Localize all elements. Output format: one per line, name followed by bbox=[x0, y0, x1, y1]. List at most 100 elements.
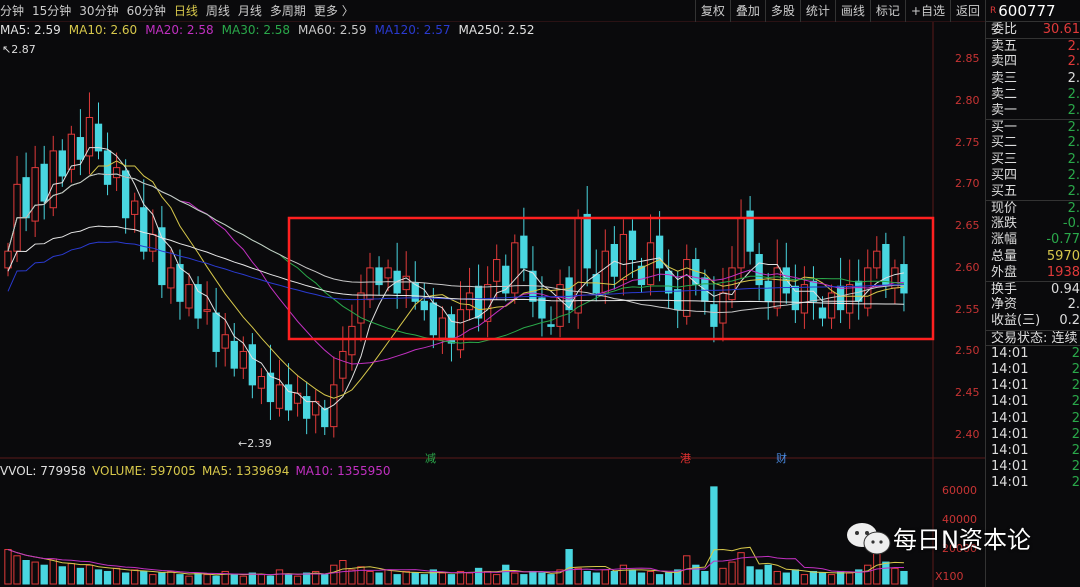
volume-bar bbox=[710, 486, 718, 585]
high-value: 2.87 bbox=[11, 43, 36, 56]
event-mark[interactable]: 减 bbox=[425, 450, 436, 466]
candle-body bbox=[31, 167, 39, 222]
candle-body bbox=[438, 317, 447, 339]
volume-bar bbox=[348, 569, 356, 585]
candle-body bbox=[538, 297, 546, 319]
candle-body bbox=[94, 123, 103, 152]
tool-button[interactable]: 返回 bbox=[949, 0, 985, 22]
quote-value: 2. bbox=[1067, 102, 1080, 118]
quote-label: 卖四 bbox=[991, 54, 1018, 70]
quote-value: 2. bbox=[1067, 39, 1080, 55]
volume-bar bbox=[782, 572, 790, 585]
quote-label: 涨幅 bbox=[991, 232, 1018, 248]
quote-row: 买四 2. bbox=[986, 168, 1080, 184]
volume-bar bbox=[601, 569, 609, 585]
quote-value: 2. bbox=[1067, 151, 1080, 167]
quote-label: 买三 bbox=[991, 151, 1018, 167]
tick-price: 2 bbox=[1071, 378, 1080, 394]
volume-bar bbox=[103, 570, 112, 585]
price-tick: 2.65 bbox=[955, 219, 980, 233]
volume-bar bbox=[112, 567, 121, 585]
quote-label: 委比 bbox=[991, 22, 1018, 37]
kline-chart[interactable] bbox=[0, 0, 985, 587]
volume-bar bbox=[755, 569, 763, 585]
price-tick: 2.60 bbox=[955, 260, 980, 274]
volume-bar bbox=[646, 570, 655, 585]
period-tab[interactable]: 分钟 bbox=[0, 2, 24, 19]
candle-body bbox=[112, 167, 121, 179]
tool-button[interactable]: 多股 bbox=[764, 0, 800, 22]
event-mark[interactable]: 港 bbox=[680, 450, 691, 466]
volume-bar bbox=[302, 572, 311, 585]
quote-value: 2. bbox=[1067, 70, 1080, 86]
watermark: 每日N资本论 bbox=[845, 520, 1031, 555]
quote-value: 2. bbox=[1067, 120, 1080, 136]
candle-body bbox=[674, 289, 682, 311]
candle-body bbox=[655, 235, 664, 269]
quote-row: 买一 2. bbox=[986, 119, 1080, 135]
tool-button[interactable]: 复权 bbox=[694, 0, 730, 22]
period-tab[interactable]: 30分钟 bbox=[79, 2, 118, 19]
event-mark[interactable]: 财 bbox=[776, 450, 787, 466]
candle-body bbox=[185, 284, 193, 309]
tool-button[interactable]: 统计 bbox=[799, 0, 835, 22]
candle-body bbox=[76, 137, 85, 160]
volume-bar bbox=[212, 575, 220, 585]
candle-body bbox=[556, 284, 564, 327]
tick-price: 2 bbox=[1071, 459, 1080, 475]
vol-legend-item: VOLUME: 597005 bbox=[92, 464, 196, 478]
volume-bar bbox=[176, 574, 184, 585]
volume-bar bbox=[411, 572, 419, 585]
period-tab[interactable]: 更多 〉 bbox=[314, 2, 354, 19]
period-tab[interactable]: 15分钟 bbox=[32, 2, 71, 19]
volume-bar bbox=[791, 569, 800, 585]
period-tab[interactable]: 多周期 bbox=[270, 2, 306, 19]
quote-value: 0.2 bbox=[1059, 313, 1080, 329]
volume-bar bbox=[619, 564, 628, 585]
period-tab[interactable]: 周线 bbox=[206, 2, 230, 19]
volume-bar bbox=[275, 569, 284, 585]
ma-legend-item: MA20: 2.58 bbox=[145, 23, 214, 37]
period-tab[interactable]: 月线 bbox=[238, 2, 262, 19]
price-tick: 2.40 bbox=[955, 428, 980, 441]
volume-bar bbox=[483, 570, 492, 585]
tool-button[interactable]: 叠加 bbox=[729, 0, 765, 22]
candle-body bbox=[583, 213, 591, 269]
volume-tick: X100 bbox=[935, 570, 964, 583]
stock-code[interactable]: 600777 bbox=[998, 2, 1055, 20]
low-label: ←2.39 bbox=[238, 437, 272, 450]
quote-label: 买二 bbox=[991, 135, 1018, 151]
tool-button[interactable]: 画线 bbox=[834, 0, 870, 22]
candle-body bbox=[873, 250, 881, 269]
quote-label: 卖二 bbox=[991, 86, 1018, 102]
volume-bar bbox=[655, 574, 664, 585]
volume-bar bbox=[529, 570, 537, 585]
volume-bar bbox=[239, 575, 247, 585]
period-tab[interactable]: 60分钟 bbox=[127, 2, 166, 19]
quote-label: 卖三 bbox=[991, 70, 1018, 86]
candle-body bbox=[610, 243, 619, 277]
candle-body bbox=[248, 344, 257, 386]
tool-button[interactable]: 标记 bbox=[869, 0, 905, 22]
candle-body bbox=[384, 267, 392, 279]
tool-button[interactable]: +自选 bbox=[904, 0, 950, 22]
volume-bar bbox=[393, 574, 401, 585]
candle-body bbox=[493, 259, 501, 282]
quote-row: 总量 5970 bbox=[986, 249, 1080, 265]
candle-body bbox=[547, 324, 555, 327]
candle-body bbox=[257, 376, 266, 389]
quote-label: 外盘 bbox=[991, 264, 1018, 280]
volume-bar bbox=[610, 570, 619, 585]
ma-legend-item: MA10: 2.60 bbox=[68, 23, 138, 37]
tick-price: 2 bbox=[1071, 345, 1080, 361]
period-tab[interactable]: 日线 bbox=[174, 2, 198, 19]
candle-body bbox=[67, 133, 76, 170]
tick-time: 14:01 bbox=[991, 475, 1029, 491]
candle-body bbox=[85, 116, 94, 157]
price-tick: 2.45 bbox=[955, 386, 980, 400]
candle-body bbox=[221, 334, 229, 349]
ma-legend: MA5: 2.59 MA10: 2.60 MA20: 2.58 MA30: 2.58 M… bbox=[0, 23, 543, 39]
candle-body bbox=[465, 292, 474, 311]
tick-price: 2 bbox=[1071, 361, 1080, 377]
quote-value: 0.94 bbox=[1051, 282, 1080, 297]
